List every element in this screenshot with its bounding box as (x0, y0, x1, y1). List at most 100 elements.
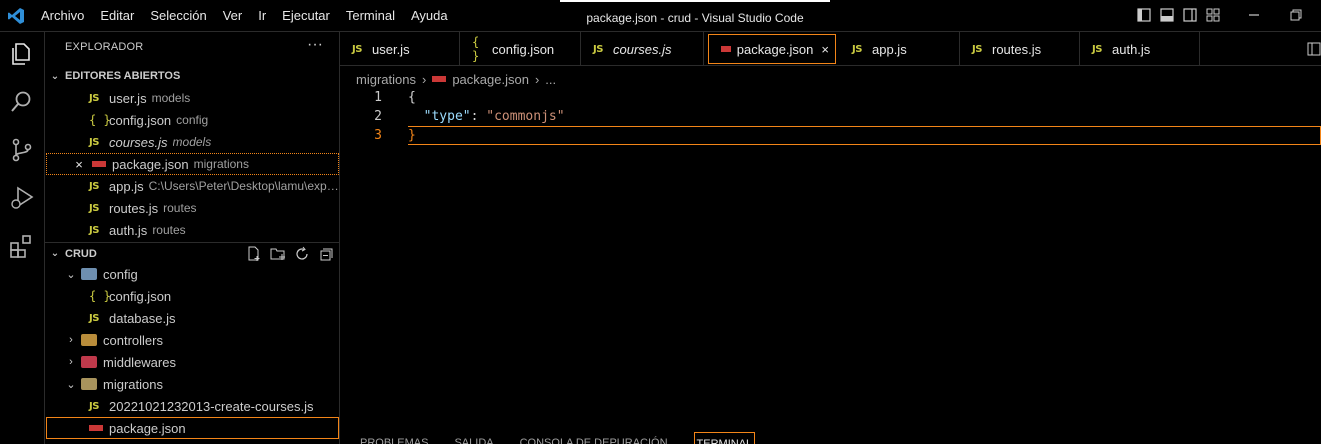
tab-user-js[interactable]: JS user.js (340, 32, 460, 66)
tab-auth-js[interactable]: JS auth.js (1080, 32, 1200, 66)
menu-ayuda[interactable]: Ayuda (403, 0, 456, 32)
collapse-all-icon[interactable] (318, 246, 334, 262)
run-debug-icon[interactable] (8, 184, 36, 212)
menu-ir[interactable]: Ir (250, 0, 274, 32)
chevron-right-icon: › (69, 356, 73, 368)
split-editor-area (1291, 32, 1307, 65)
tree-item-label: package.json (109, 420, 186, 436)
line-number: 1 (374, 90, 382, 105)
open-editor-desc: models (172, 135, 212, 149)
tree-folder[interactable]: › controllers (46, 329, 339, 351)
customize-layout-icon[interactable] (1205, 7, 1221, 23)
new-folder-icon[interactable] (270, 246, 286, 262)
chevron-down-icon: ⌄ (50, 248, 60, 259)
json-value: "commonjs" (486, 109, 565, 124)
restore-icon[interactable] (1288, 7, 1304, 23)
tab-problems[interactable]: PROBLEMAS (360, 432, 428, 444)
tab-terminal[interactable]: TERMINAL (693, 432, 756, 444)
json-file-icon: { } (89, 289, 111, 303)
extensions-icon[interactable] (8, 232, 36, 260)
tree-file-selected[interactable]: package.json (46, 417, 339, 439)
tab-config-json[interactable]: { } config.json (460, 32, 581, 66)
js-file-icon: JS (89, 136, 99, 148)
config-folder-icon (81, 268, 97, 280)
js-file-icon: JS (593, 43, 603, 55)
toggle-panel-icon[interactable] (1159, 7, 1175, 23)
line-content: { (408, 90, 416, 105)
toggle-secondary-sidebar-icon[interactable] (1182, 7, 1198, 23)
open-editor-item[interactable]: JS user.js models (46, 87, 339, 109)
open-editor-name: package.json (112, 156, 189, 172)
explorer-icon[interactable] (8, 40, 36, 68)
js-file-icon: JS (89, 224, 99, 236)
json-key: "type" (423, 109, 471, 124)
explorer-title: EXPLORADOR (65, 41, 144, 53)
tree-folder[interactable]: ⌄ migrations (46, 373, 339, 395)
tree-folder[interactable]: ⌄ config (46, 263, 339, 285)
menu-editar[interactable]: Editar (92, 0, 142, 32)
close-tab-icon[interactable]: × (821, 42, 829, 57)
tree-file[interactable]: JS 20221021232013-create-courses.js (46, 395, 339, 417)
open-editor-name: courses.js (109, 134, 168, 150)
breadcrumb-folder[interactable]: migrations (356, 72, 416, 87)
chevron-right-icon: › (69, 334, 73, 346)
js-file-icon: JS (1092, 43, 1102, 55)
new-file-icon[interactable] (246, 246, 262, 262)
panel-tabs: PROBLEMAS SALIDA CONSOLA DE DEPURACIÓN T… (340, 432, 756, 444)
tree-folder[interactable]: › middlewares (46, 351, 339, 373)
open-editor-item[interactable]: JS routes.js routes (46, 197, 339, 219)
refresh-icon[interactable] (294, 246, 310, 262)
search-icon[interactable] (8, 88, 36, 116)
layout-controls (1136, 7, 1221, 23)
tab-label: courses.js (613, 41, 672, 57)
tree-file[interactable]: JS database.js (46, 307, 339, 329)
tab-courses-js[interactable]: JS courses.js (581, 32, 704, 66)
breadcrumb-file[interactable]: package.json (452, 72, 529, 87)
title-bar: Archivo Editar Selección Ver Ir Ejecutar… (0, 0, 1321, 32)
open-editor-item-active[interactable]: × package.json migrations (46, 153, 339, 175)
open-editors-header[interactable]: ⌄ EDITORES ABIERTOS (45, 65, 340, 87)
tab-label: package.json (736, 41, 814, 57)
breadcrumb-symbol[interactable]: ... (545, 72, 556, 87)
tree-file[interactable]: { } config.json (46, 285, 339, 307)
open-editor-desc: C:\Users\Peter\Desktop\lamu\expr... (148, 179, 339, 193)
middlewares-folder-icon (81, 356, 97, 368)
open-editor-item[interactable]: JS courses.js models (46, 131, 339, 153)
source-control-icon[interactable] (8, 136, 36, 164)
code-editor[interactable]: 1 { 2 "type": "commonjs" 3 } (340, 88, 1321, 145)
tab-app-js[interactable]: JS app.js (840, 32, 960, 66)
tab-label: user.js (372, 41, 410, 57)
menu-archivo[interactable]: Archivo (33, 0, 92, 32)
line-number: 2 (374, 109, 382, 124)
json-separator: : (470, 109, 487, 124)
minimize-icon[interactable] (1246, 7, 1262, 23)
code-line: 1 { (340, 88, 1321, 107)
line-number: 3 (374, 128, 382, 143)
tab-debug-console[interactable]: CONSOLA DE DEPURACIÓN (520, 432, 668, 444)
tab-package-json[interactable]: package.json × (708, 34, 836, 64)
menu-ejecutar[interactable]: Ejecutar (274, 0, 338, 32)
close-editor-icon[interactable]: × (72, 157, 86, 172)
menu-ver[interactable]: Ver (215, 0, 251, 32)
open-editor-item[interactable]: JS auth.js routes (46, 219, 339, 241)
menu-terminal[interactable]: Terminal (338, 0, 403, 32)
tab-routes-js[interactable]: JS routes.js (960, 32, 1080, 66)
toggle-sidebar-icon[interactable] (1136, 7, 1152, 23)
tree-item-label: 20221021232013-create-courses.js (109, 398, 314, 414)
chevron-right-icon: › (534, 71, 540, 87)
more-actions-icon[interactable]: ··· (307, 36, 323, 54)
split-editor-icon[interactable] (1307, 41, 1321, 57)
open-editor-name: user.js (109, 90, 147, 106)
open-editor-item[interactable]: JS app.js C:\Users\Peter\Desktop\lamu\ex… (46, 175, 339, 197)
vscode-logo-icon (8, 8, 24, 24)
crud-header[interactable]: ⌄ CRUD (45, 242, 340, 264)
open-editor-item[interactable]: { } config.json config (46, 109, 339, 131)
menu-bar: Archivo Editar Selección Ver Ir Ejecutar… (33, 0, 456, 32)
tree-item-label: config (103, 266, 138, 282)
controllers-folder-icon (81, 334, 97, 346)
tab-output[interactable]: SALIDA (454, 432, 493, 444)
open-editor-desc: routes (163, 201, 197, 215)
chevron-right-icon: › (421, 71, 427, 87)
menu-seleccion[interactable]: Selección (142, 0, 214, 32)
open-editor-desc: config (176, 113, 209, 127)
